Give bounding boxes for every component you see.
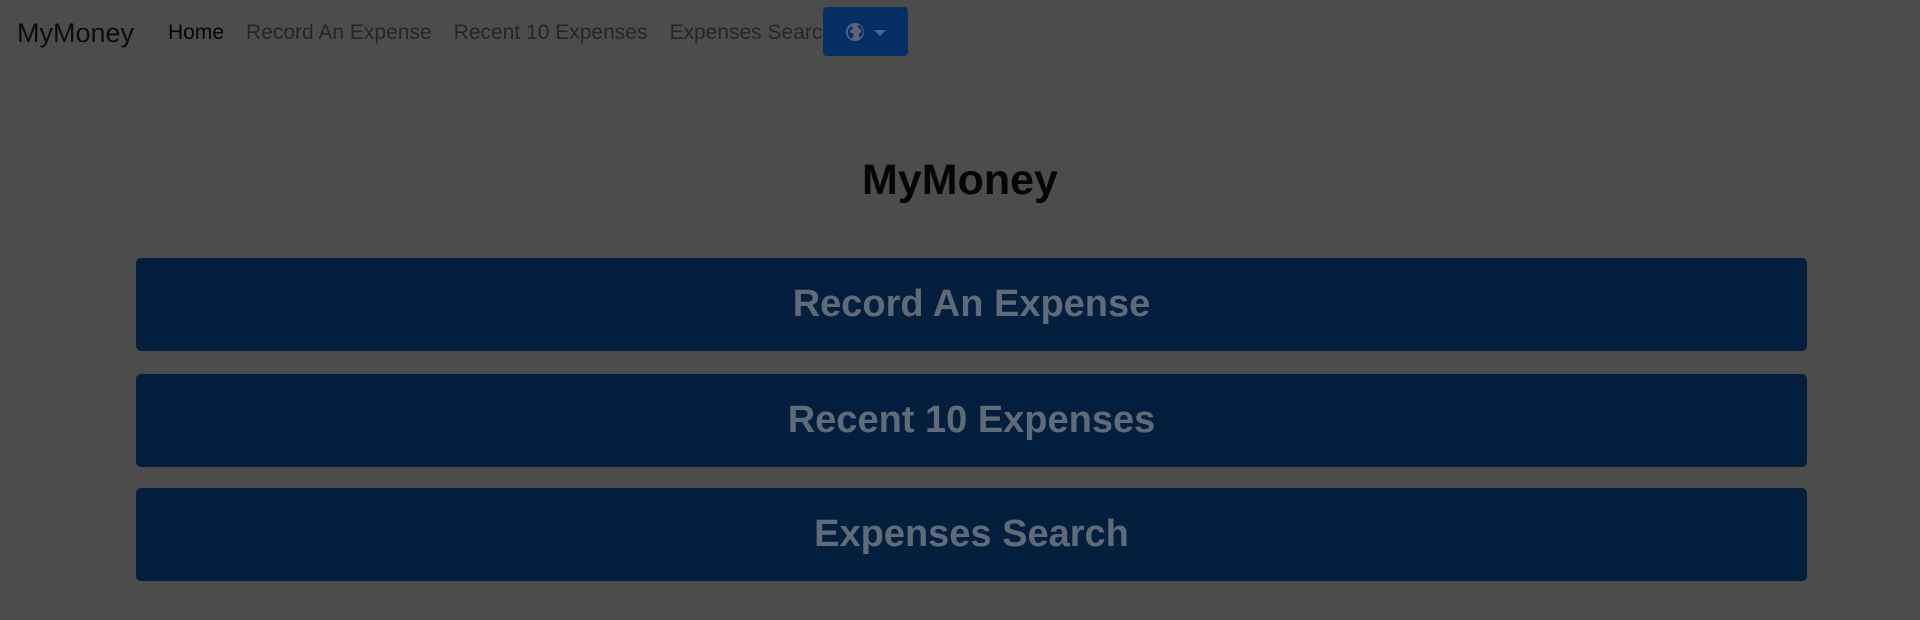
globe-icon — [846, 22, 864, 41]
record-expense-button[interactable]: Record An Expense — [136, 258, 1807, 351]
navbar: MyMoney Home Record An Expense Recent 10… — [0, 0, 1920, 64]
nav-link-recent-expenses[interactable]: Recent 10 Expenses — [454, 19, 648, 47]
brand-link[interactable]: MyMoney — [17, 17, 134, 49]
record-expense-button-label: Record An Expense — [792, 283, 1151, 325]
nav-link-record-expense[interactable]: Record An Expense — [246, 19, 432, 47]
expenses-search-button[interactable]: Expenses Search — [136, 488, 1807, 581]
page-title: MyMoney — [862, 156, 1058, 204]
language-dropdown-button[interactable] — [823, 7, 908, 56]
nav-link-expenses-search[interactable]: Expenses Search — [669, 19, 834, 47]
expenses-search-button-label: Expenses Search — [814, 513, 1129, 555]
caret-down-icon — [874, 29, 886, 36]
nav-link-home[interactable]: Home — [168, 19, 224, 47]
nav-links: Home Record An Expense Recent 10 Expense… — [168, 19, 856, 47]
recent-expenses-button-label: Recent 10 Expenses — [787, 399, 1156, 441]
recent-expenses-button[interactable]: Recent 10 Expenses — [136, 374, 1807, 467]
